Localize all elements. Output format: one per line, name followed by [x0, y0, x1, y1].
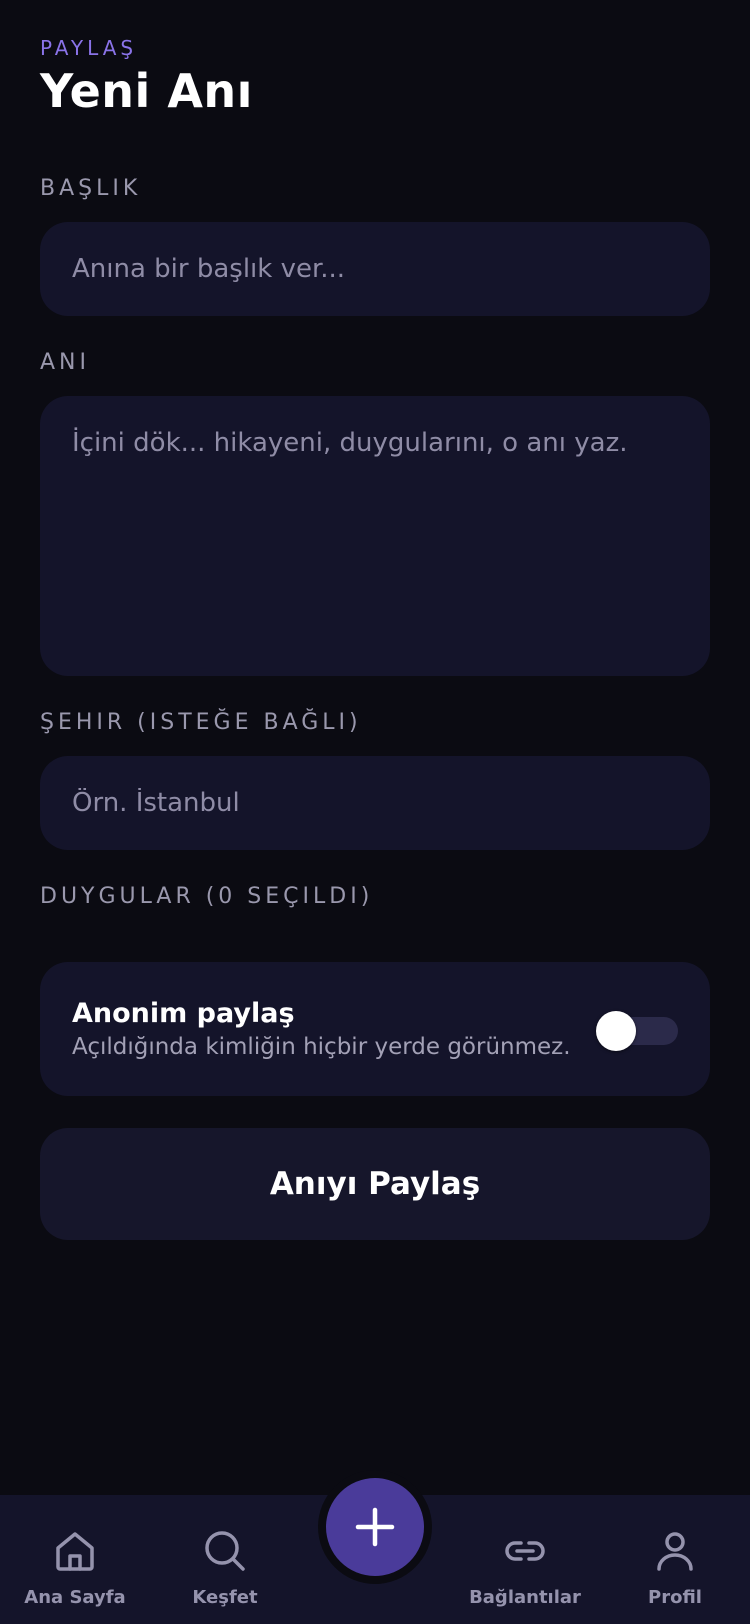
new-memory-screen: PAYLAŞ Yeni Anı BAŞLIK ANI ŞEHIR (ISTEĞE… — [0, 0, 750, 1624]
city-label: ŞEHIR (ISTEĞE BAĞLI) — [40, 710, 362, 735]
title-input[interactable] — [40, 222, 710, 316]
anonymous-title: Anonim paylaş — [72, 998, 295, 1029]
city-input[interactable] — [40, 756, 710, 850]
tab-explore-label: Keşfet — [192, 1587, 258, 1608]
toggle-knob — [596, 1011, 636, 1051]
tab-home[interactable]: Ana Sayfa — [0, 1495, 150, 1624]
anonymous-card: Anonim paylaş Açıldığında kimliğin hiçbi… — [40, 962, 710, 1096]
tab-connections[interactable]: Bağlantılar — [450, 1495, 600, 1624]
title-label: BAŞLIK — [40, 176, 142, 201]
search-icon — [205, 1531, 245, 1571]
tab-home-label: Ana Sayfa — [24, 1587, 126, 1608]
tab-profile-label: Profil — [648, 1587, 702, 1608]
title-field-container — [40, 222, 710, 316]
memory-field-container — [40, 396, 710, 676]
city-field-container — [40, 756, 710, 850]
anonymous-toggle[interactable] — [596, 1011, 678, 1051]
page-title: Yeni Anı — [40, 64, 253, 118]
tab-connections-label: Bağlantılar — [469, 1587, 581, 1608]
memory-textarea[interactable] — [40, 396, 710, 676]
plus-icon — [355, 1507, 395, 1547]
tab-explore[interactable]: Keşfet — [150, 1495, 300, 1624]
memory-label: ANI — [40, 350, 90, 375]
emotions-label: DUYGULAR (0 SEÇILDI) — [40, 884, 374, 909]
tab-profile[interactable]: Profil — [600, 1495, 750, 1624]
home-icon — [56, 1532, 94, 1571]
share-memory-button[interactable]: Anıyı Paylaş — [40, 1128, 710, 1240]
create-button[interactable] — [326, 1478, 424, 1576]
user-icon — [657, 1532, 693, 1571]
anonymous-subtitle: Açıldığında kimliğin hiçbir yerde görünm… — [72, 1034, 571, 1060]
link-icon — [505, 1541, 545, 1561]
section-eyebrow: PAYLAŞ — [40, 36, 138, 60]
